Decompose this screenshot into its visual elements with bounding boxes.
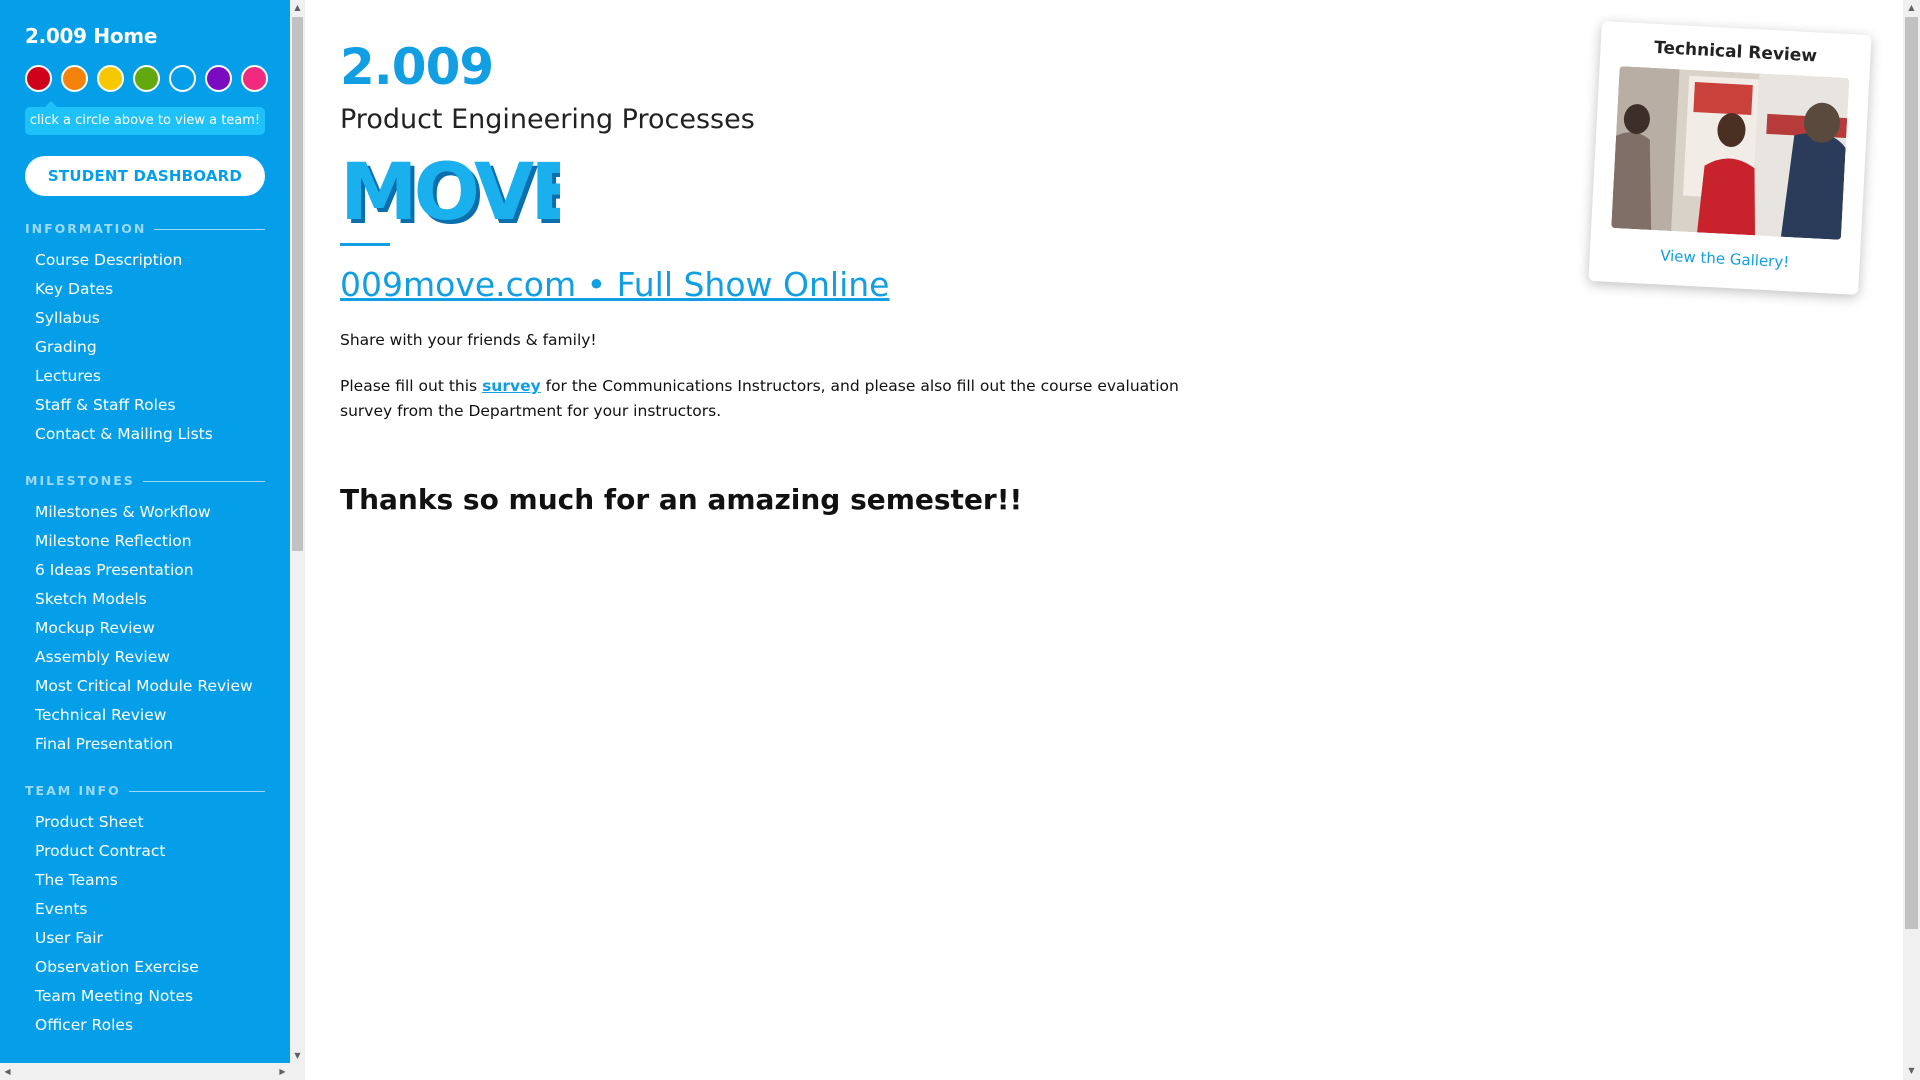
nav-item-6-ideas-presentation[interactable]: 6 Ideas Presentation <box>0 556 290 585</box>
student-dashboard-button[interactable]: STUDENT DASHBOARD <box>25 156 265 196</box>
scroll-right-arrow-icon[interactable]: ▶ <box>275 1064 290 1079</box>
gallery-photo[interactable] <box>1611 66 1850 240</box>
nav-item-key-dates[interactable]: Key Dates <box>0 275 290 304</box>
team-circle-orange[interactable] <box>61 65 88 92</box>
section-label: INFORMATION <box>25 220 155 238</box>
share-text: Share with your friends & family! <box>340 331 597 349</box>
nav-section-milestones: MILESTONES Milestones & Workflow Milesto… <box>0 472 290 759</box>
nav-item-product-contract[interactable]: Product Contract <box>0 837 290 866</box>
nav-item-observation-exercise[interactable]: Observation Exercise <box>0 953 290 982</box>
nav-item-events[interactable]: Events <box>0 895 290 924</box>
full-show-link[interactable]: 009move.com • Full Show Online <box>340 265 889 304</box>
nav-item-lectures[interactable]: Lectures <box>0 362 290 391</box>
section-header: INFORMATION <box>25 220 265 238</box>
nav-item-milestone-reflection[interactable]: Milestone Reflection <box>0 527 290 556</box>
nav-item-mockup-review[interactable]: Mockup Review <box>0 614 290 643</box>
section-label: MILESTONES <box>25 472 143 490</box>
team-circle-purple[interactable] <box>205 65 232 92</box>
nav-item-assembly-review[interactable]: Assembly Review <box>0 643 290 672</box>
team-circle-green[interactable] <box>133 65 160 92</box>
sidebar-scroll-thumb[interactable] <box>292 17 303 551</box>
nav-item-user-fair[interactable]: User Fair <box>0 924 290 953</box>
course-number: 2.009 <box>340 38 494 96</box>
survey-link[interactable]: survey <box>482 377 541 395</box>
home-link[interactable]: 2.009 Home <box>25 24 157 48</box>
logo-divider <box>340 243 390 246</box>
nav-item-contact-mailing-lists[interactable]: Contact & Mailing Lists <box>0 420 290 449</box>
page-scroll-up-arrow-icon[interactable]: ▲ <box>1904 0 1919 15</box>
scroll-up-arrow-icon[interactable]: ▲ <box>290 0 305 15</box>
nav-section-team-info: TEAM INFO Product Sheet Product Contract… <box>0 782 290 1040</box>
section-header: MILESTONES <box>25 472 265 490</box>
nav-item-the-teams[interactable]: The Teams <box>0 866 290 895</box>
gallery-title: Technical Review <box>1653 37 1818 67</box>
team-hint: click a circle above to view a team! <box>25 107 265 135</box>
move-logo: MOVE MOVE <box>340 148 587 242</box>
nav-item-grading[interactable]: Grading <box>0 333 290 362</box>
sidebar-scroll-area: 2.009 Home click a circle above to view … <box>0 0 290 1063</box>
nav-item-team-meeting-notes[interactable]: Team Meeting Notes <box>0 982 290 1011</box>
nav-item-sketch-models[interactable]: Sketch Models <box>0 585 290 614</box>
section-header: TEAM INFO <box>25 782 265 800</box>
page-scroll-down-arrow-icon[interactable]: ▼ <box>1904 1063 1919 1078</box>
scroll-down-arrow-icon[interactable]: ▼ <box>290 1048 305 1063</box>
course-name: Product Engineering Processes <box>340 104 755 135</box>
nav-item-syllabus[interactable]: Syllabus <box>0 304 290 333</box>
nav-item-course-description[interactable]: Course Description <box>0 246 290 275</box>
team-circle-blue[interactable] <box>169 65 196 92</box>
nav-item-product-sheet[interactable]: Product Sheet <box>0 808 290 837</box>
sidebar-horizontal-scrollbar[interactable]: ◀ ▶ <box>0 1063 290 1080</box>
team-circle-yellow[interactable] <box>97 65 124 92</box>
move-logo-text: MOVE <box>340 153 560 231</box>
nav-item-staff-roles[interactable]: Staff & Staff Roles <box>0 391 290 420</box>
team-circle-red[interactable] <box>25 65 52 92</box>
nav-item-technical-review[interactable]: Technical Review <box>0 701 290 730</box>
section-label: TEAM INFO <box>25 782 129 800</box>
page-vertical-scrollbar[interactable]: ▲ ▼ <box>1903 0 1920 1080</box>
survey-paragraph: Please fill out this survey for the Comm… <box>340 374 1230 424</box>
team-circle-pink[interactable] <box>241 65 268 92</box>
gallery-card[interactable]: Technical Review View the Gallery! <box>1588 21 1872 295</box>
view-gallery-link[interactable]: View the Gallery! <box>1589 243 1860 275</box>
scroll-left-arrow-icon[interactable]: ◀ <box>0 1064 15 1079</box>
page-scroll-thumb[interactable] <box>1905 17 1918 929</box>
nav-item-final-presentation[interactable]: Final Presentation <box>0 730 290 759</box>
nav-section-information: INFORMATION Course Description Key Dates… <box>0 220 290 449</box>
sidebar-vertical-scrollbar[interactable]: ▲ ▼ <box>290 0 305 1080</box>
nav-item-most-critical-module-review[interactable]: Most Critical Module Review <box>0 672 290 701</box>
sidebar: 2.009 Home click a circle above to view … <box>0 0 290 1080</box>
thanks-heading: Thanks so much for an amazing semester!! <box>340 483 1023 516</box>
nav-item-officer-roles[interactable]: Officer Roles <box>0 1011 290 1040</box>
survey-text-before: Please fill out this <box>340 377 483 395</box>
nav-item-milestones-workflow[interactable]: Milestones & Workflow <box>0 498 290 527</box>
main-content: 2.009 Product Engineering Processes MOVE… <box>305 0 1903 1080</box>
